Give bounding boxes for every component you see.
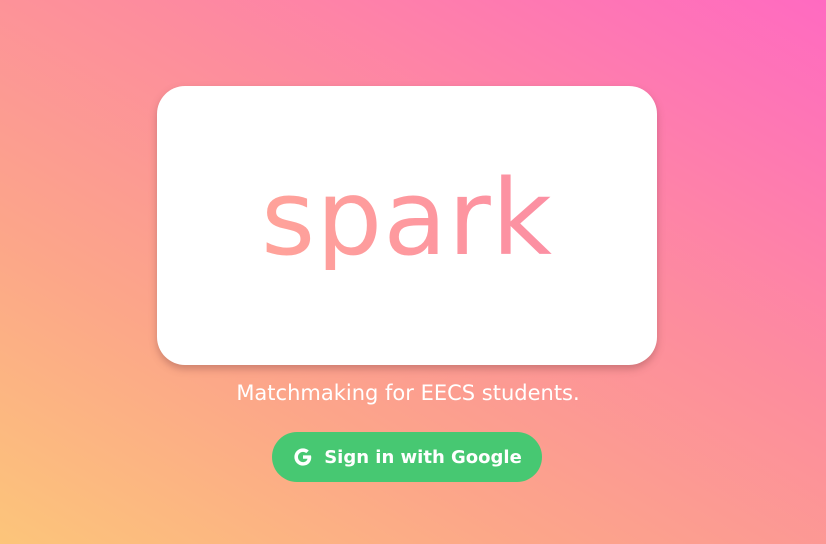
- sign-in-with-google-button[interactable]: Sign in with Google: [272, 432, 542, 482]
- google-g-icon: [292, 446, 314, 468]
- google-button-label: Sign in with Google: [324, 446, 522, 468]
- logo-card: spark: [157, 86, 657, 365]
- tagline: Matchmaking for EECS students.: [236, 381, 580, 405]
- app-logo: spark: [261, 156, 553, 279]
